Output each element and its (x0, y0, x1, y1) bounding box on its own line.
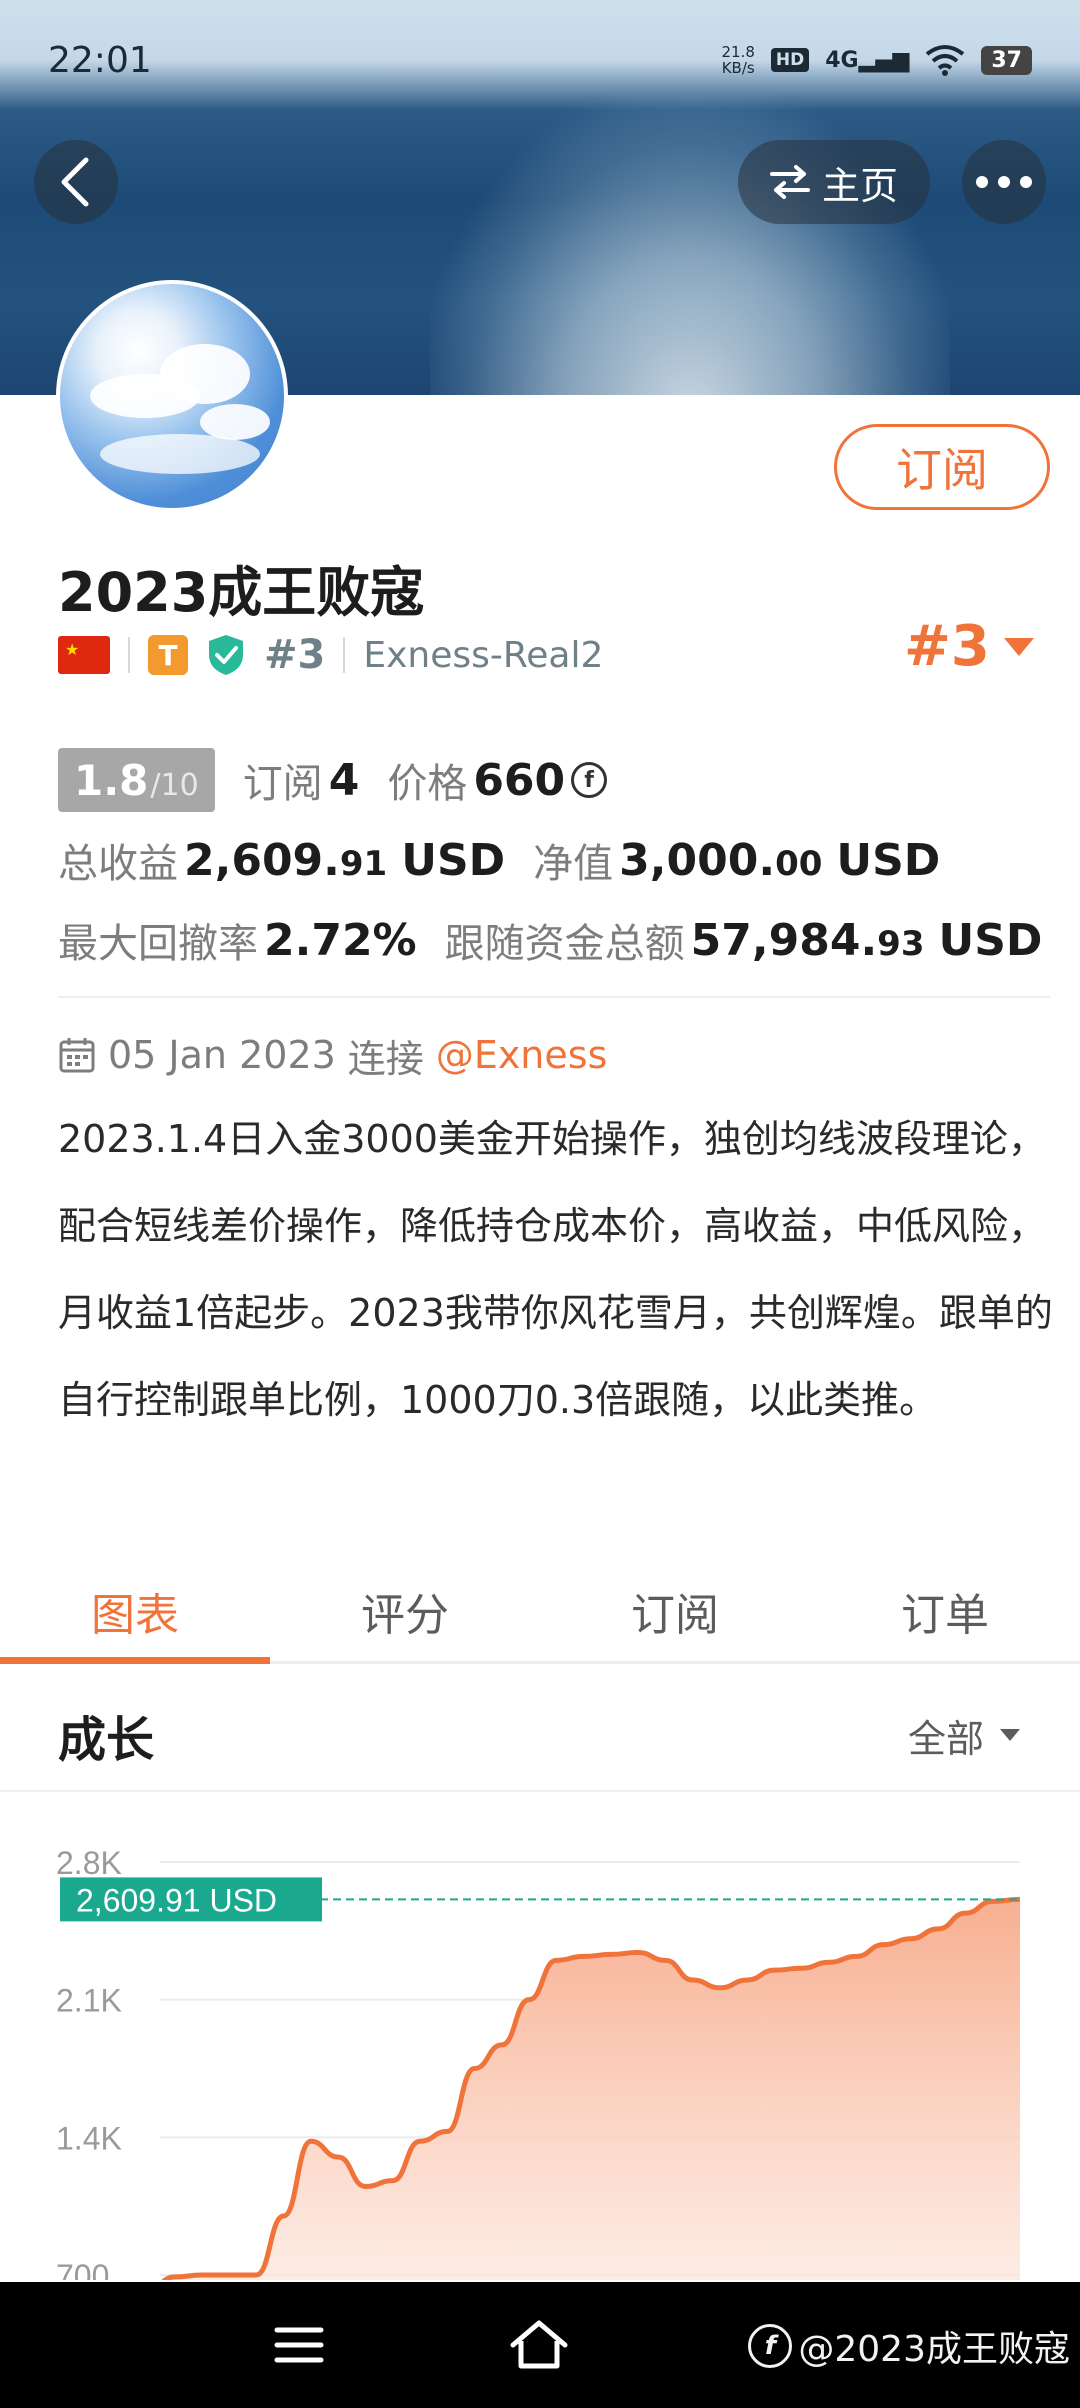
connect-text: 连接 (347, 1036, 424, 1081)
rank-big-label: #3 (904, 614, 990, 679)
chevron-left-icon (61, 157, 89, 207)
connect-row: 05 Jan 2023 连接 @Exness (58, 1026, 607, 1084)
price-label: 价格 (387, 761, 468, 807)
wifi-icon (926, 45, 965, 76)
tab-chart[interactable]: 图表 (0, 1560, 270, 1664)
tab-bar: 图表 评分 订阅 订单 (0, 1560, 1080, 1664)
hd-icon: HD (770, 48, 810, 72)
swap-icon (769, 165, 810, 199)
follow-funds-value: 57,984.93 (690, 914, 925, 966)
stat-line-profit: 总收益 2,609.91 USD 净值 3,000.00 USD (58, 820, 1042, 900)
max-drawdown-label: 最大回撤率 (58, 921, 258, 967)
stats-block: 1.8 /10 订阅 4 价格 660 f 总收益 2,609.91 USD 净… (58, 740, 1042, 980)
follow-funds-unit: USD (938, 914, 1043, 966)
profile-meta: ★ T #3 Exness-Real2 (58, 622, 603, 688)
signal-icon: 4G▂▄▆ (825, 47, 910, 73)
stat-line-score: 1.8 /10 订阅 4 价格 660 f (58, 740, 1042, 820)
coin-icon: f (571, 762, 608, 798)
growth-chart: 2.8K 2.1K 1.4K 700 2,609.91 USD (56, 1845, 1021, 2280)
y-tick-label: 700 (56, 2258, 109, 2280)
home-button-label: 主页 (821, 163, 898, 208)
total-profit-value: 2,609.91 (184, 834, 388, 886)
avatar[interactable] (56, 280, 288, 512)
range-filter-label: 全部 (907, 1716, 984, 1761)
broker-link[interactable]: @Exness (436, 1033, 608, 1077)
y-tick-label: 2.8K (56, 1845, 122, 1881)
watermark: f @2023成王败寇 (748, 2320, 1070, 2372)
triangle-down-icon (1003, 637, 1034, 656)
page-title: 2023成王败寇 (58, 561, 425, 624)
current-value-label: 2,609.91 USD (76, 1882, 277, 1918)
status-bar: 22:01 21.8 KB/s HD 4G▂▄▆ 37 (0, 0, 1080, 120)
tab-rating[interactable]: 评分 (270, 1560, 540, 1661)
follow-funds-label: 跟随资金总额 (444, 921, 685, 967)
calendar-icon (59, 1038, 95, 1073)
trader-badge: T (148, 635, 188, 675)
divider (343, 637, 346, 673)
connect-date: 05 Jan 2023 (108, 1033, 336, 1077)
shield-check-icon (209, 635, 243, 675)
net-speed: 21.8 KB/s (721, 43, 755, 77)
china-flag-icon: ★ (58, 636, 110, 674)
home-nav-button[interactable] (506, 2312, 572, 2378)
triangle-down-icon (1000, 1729, 1020, 1741)
tab-orders[interactable]: 订单 (810, 1560, 1080, 1661)
stat-line-drawdown: 最大回撤率 2.72% 跟随资金总额 57,984.93 USD (58, 900, 1042, 980)
menu-button[interactable] (266, 2312, 332, 2378)
rank-small: #3 (264, 632, 326, 678)
section-title: 成长 (58, 1712, 155, 1768)
subscribe-button[interactable]: 订阅 (834, 424, 1050, 510)
more-dots-icon (976, 176, 1032, 188)
y-tick-label: 2.1K (56, 1983, 122, 2019)
divider (58, 996, 1050, 998)
divider (128, 637, 130, 673)
score-badge: 1.8 /10 (58, 748, 215, 812)
price-value: 660 (473, 754, 566, 806)
watermark-text: @2023成王败寇 (798, 2329, 1070, 2370)
battery-icon: 37 (981, 45, 1032, 75)
broker-name: Exness-Real2 (363, 634, 604, 676)
equity-unit: USD (836, 834, 941, 886)
back-button[interactable] (34, 140, 118, 224)
equity-label: 净值 (533, 841, 614, 887)
subscribe-count-label: 订阅 (242, 761, 323, 807)
more-button[interactable] (962, 140, 1046, 224)
total-profit-unit: USD (401, 834, 506, 886)
system-nav-bar: f @2023成王败寇 (0, 2282, 1080, 2408)
home-icon (510, 2320, 568, 2369)
rank-dropdown[interactable]: #3 (904, 614, 1036, 679)
menu-icon (274, 2327, 324, 2363)
y-tick-label: 1.4K (56, 2120, 122, 2156)
home-button[interactable]: 主页 (738, 140, 930, 224)
description: 2023.1.4日入金3000美金开始操作，独创均线波段理论，配合短线差价操作，… (58, 1117, 1053, 1422)
status-icons: 21.8 KB/s HD 4G▂▄▆ 37 (721, 44, 1032, 76)
tab-subscriptions[interactable]: 订阅 (540, 1560, 810, 1661)
max-drawdown-value: 2.72% (264, 914, 417, 966)
equity-value: 3,000.00 (619, 834, 823, 886)
status-time: 22:01 (48, 39, 152, 81)
watermark-logo-icon: f (748, 2324, 793, 2368)
growth-section-header: 成长 全部 (0, 1680, 1080, 1792)
total-profit-label: 总收益 (58, 841, 178, 887)
subscribe-count-value: 4 (328, 754, 360, 806)
range-filter[interactable]: 全部 (908, 1708, 1022, 1763)
